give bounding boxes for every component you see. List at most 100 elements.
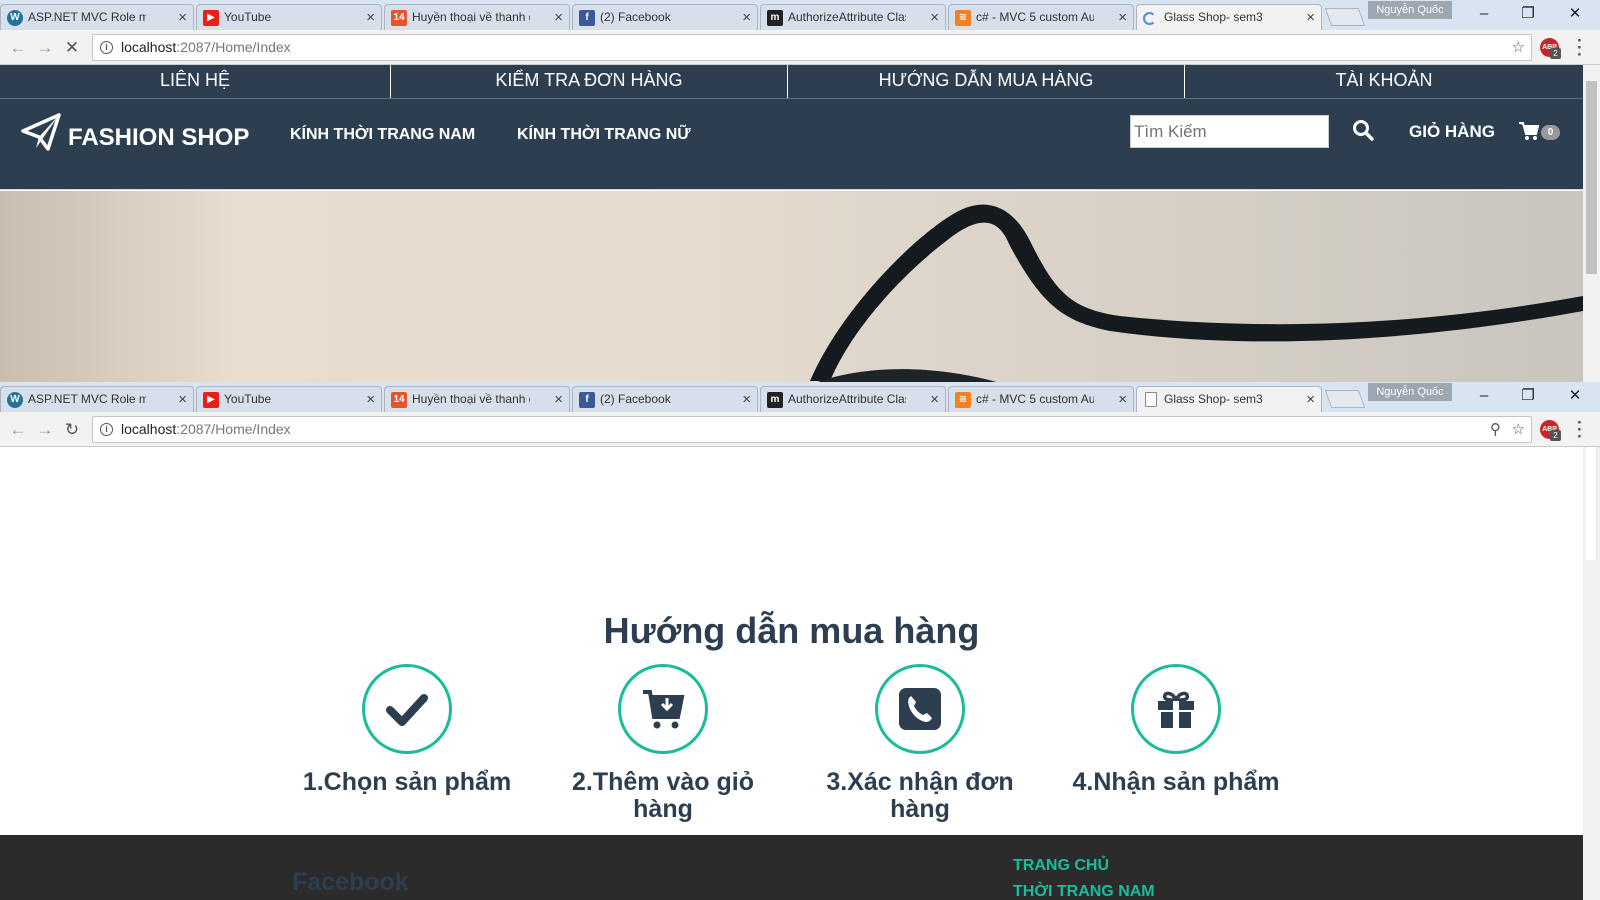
restore-icon[interactable]: ❐ [1506, 384, 1550, 408]
browser-tab[interactable]: W ASP.NET MVC Role mar × [0, 4, 194, 30]
browser-tab-active[interactable]: Glass Shop- sem3 × [1136, 386, 1322, 412]
close-tab-icon[interactable]: × [178, 391, 187, 408]
adblock-count-badge: 2 [1550, 48, 1561, 59]
tab-label: ASP.NET MVC Role mar [28, 10, 146, 24]
search-icon[interactable] [1351, 118, 1375, 142]
browser-tab[interactable]: f (2) Facebook × [572, 386, 758, 412]
hero-banner [0, 191, 1583, 383]
minimize-icon[interactable]: – [1462, 2, 1506, 26]
search-input[interactable] [1130, 115, 1329, 148]
msdn-icon: m [767, 10, 783, 26]
forward-icon[interactable]: → [33, 36, 57, 60]
zoom-icon[interactable]: ⚲ [1490, 417, 1501, 442]
tab-label: Huyền thoại về thanh g [412, 392, 530, 406]
tab-label: c# - MVC 5 custom Aut [976, 10, 1094, 24]
close-tab-icon[interactable]: × [930, 391, 939, 408]
fashion-shop-page: LIÊN HỆ KIỂM TRA ĐƠN HÀNG HƯỚNG DẪN MUA … [0, 65, 1583, 383]
page-scrollbar[interactable] [1583, 447, 1600, 900]
close-tab-icon[interactable]: × [1306, 9, 1315, 26]
close-tab-icon[interactable]: × [1118, 391, 1127, 408]
footer-link-men[interactable]: THỜI TRANG NAM [1013, 883, 1155, 900]
address-bar[interactable]: i localhost:2087/Home/Index ⚲ ☆ [92, 416, 1532, 443]
close-tab-icon[interactable]: × [178, 9, 187, 26]
tab-label: YouTube [224, 10, 272, 24]
address-bar[interactable]: i localhost:2087/Home/Index ☆ [92, 34, 1532, 61]
browser-tab[interactable]: f (2) Facebook × [572, 4, 758, 30]
reload-icon[interactable]: ↻ [60, 418, 84, 442]
tab-label: ASP.NET MVC Role mar [28, 392, 146, 406]
back-icon[interactable]: ← [6, 36, 30, 60]
new-tab-button[interactable] [1324, 390, 1366, 408]
close-tab-icon[interactable]: × [1306, 391, 1315, 408]
close-tab-icon[interactable]: × [742, 9, 751, 26]
minimize-icon[interactable]: – [1462, 384, 1506, 408]
brand-name: FASHION SHOP [68, 124, 250, 151]
browser-tab[interactable]: ≋ c# - MVC 5 custom Aut × [948, 4, 1134, 30]
bookmark-star-icon[interactable]: ☆ [1512, 417, 1525, 442]
chrome-menu-icon[interactable]: · · · [1577, 414, 1583, 445]
browser-tab[interactable]: m AuthorizeAttribute Clas × [760, 386, 946, 412]
topbar-guide-link[interactable]: HƯỚNG DẪN MUA HÀNG [788, 65, 1185, 98]
close-tab-icon[interactable]: × [930, 9, 939, 26]
browser-window-bottom: W ASP.NET MVC Role mar × ▶ YouTube × 14 … [0, 382, 1600, 447]
step-label: 2.Thêm vào giỏ hàng [572, 768, 754, 823]
new-tab-button[interactable] [1324, 8, 1366, 26]
back-icon[interactable]: ← [6, 418, 30, 442]
tab-label: (2) Facebook [600, 10, 671, 24]
loading-icon [1143, 12, 1156, 25]
close-window-icon[interactable]: ✕ [1553, 2, 1597, 26]
browser-tab[interactable]: 14 Huyền thoại về thanh g × [384, 4, 570, 30]
cart-download-icon [643, 690, 685, 729]
nav-women-glasses[interactable]: KÍNH THỜI TRANG NỮ [517, 126, 691, 144]
guide-step: 1.Chọn sản phẩm [302, 664, 512, 796]
gift-icon [1158, 691, 1194, 728]
browser-tab[interactable]: ▶ YouTube × [196, 386, 382, 412]
close-tab-icon[interactable]: × [742, 391, 751, 408]
scrollbar-thumb[interactable] [1586, 81, 1597, 274]
youtube-icon: ▶ [203, 10, 219, 26]
step-label: 4.Nhận sản phẩm [1072, 768, 1280, 796]
topbar-order-check-link[interactable]: KIỂM TRA ĐƠN HÀNG [391, 65, 788, 98]
chrome-menu-icon[interactable]: · · · [1577, 32, 1583, 63]
url-path: :2087/Home/Index [176, 39, 291, 55]
stop-loading-icon[interactable]: ✕ [60, 36, 84, 60]
guide-step: 4.Nhận sản phẩm [1071, 664, 1281, 796]
browser-tab-active[interactable]: Glass Shop- sem3 × [1136, 4, 1322, 30]
browser-tab[interactable]: W ASP.NET MVC Role mar × [0, 386, 194, 412]
step-label: 1.Chọn sản phẩm [302, 768, 512, 796]
close-tab-icon[interactable]: × [1118, 9, 1127, 26]
site-favicon-icon: 14 [391, 10, 407, 26]
page-scrollbar[interactable] [1583, 65, 1600, 383]
bookmark-star-icon[interactable]: ☆ [1512, 35, 1525, 60]
facebook-icon: f [579, 392, 595, 408]
browser-toolbar: ← → ✕ i localhost:2087/Home/Index ☆ ABP … [0, 30, 1600, 65]
tab-label: Glass Shop- sem3 [1164, 392, 1263, 406]
guide-step: 2.Thêm vào giỏ hàng [558, 664, 768, 823]
browser-tab[interactable]: m AuthorizeAttribute Clas × [760, 4, 946, 30]
scrollbar-thumb[interactable] [1586, 447, 1597, 560]
profile-button[interactable]: Nguyễn Quốc [1368, 1, 1452, 19]
restore-icon[interactable]: ❐ [1506, 2, 1550, 26]
close-tab-icon[interactable]: × [554, 9, 563, 26]
cart-icon[interactable] [1518, 121, 1540, 141]
site-info-icon[interactable]: i [100, 41, 113, 54]
topbar-contact-link[interactable]: LIÊN HỆ [0, 65, 391, 98]
cart-link[interactable]: GIỎ HÀNG [1409, 122, 1495, 142]
footer-link-home[interactable]: TRANG CHỦ [1013, 857, 1109, 875]
browser-tab[interactable]: 14 Huyền thoại về thanh g × [384, 386, 570, 412]
browser-tab[interactable]: ≋ c# - MVC 5 custom Aut × [948, 386, 1134, 412]
forward-icon[interactable]: → [33, 418, 57, 442]
close-tab-icon[interactable]: × [366, 391, 375, 408]
guide-page: Hướng dẫn mua hàng 1.Chọn sản phẩm 2.Thê… [0, 447, 1583, 900]
close-window-icon[interactable]: ✕ [1553, 384, 1597, 408]
close-tab-icon[interactable]: × [554, 391, 563, 408]
top-bar: LIÊN HỆ KIỂM TRA ĐƠN HÀNG HƯỚNG DẪN MUA … [0, 65, 1583, 98]
close-tab-icon[interactable]: × [366, 9, 375, 26]
site-info-icon[interactable]: i [100, 423, 113, 436]
site-favicon-icon: 14 [391, 392, 407, 408]
browser-tab[interactable]: ▶ YouTube × [196, 4, 382, 30]
topbar-account-link[interactable]: TÀI KHOẢN [1185, 65, 1583, 98]
profile-button[interactable]: Nguyễn Quốc [1368, 383, 1452, 401]
url-path: :2087/Home/Index [176, 421, 291, 437]
nav-men-glasses[interactable]: KÍNH THỜI TRANG NAM [290, 126, 475, 144]
